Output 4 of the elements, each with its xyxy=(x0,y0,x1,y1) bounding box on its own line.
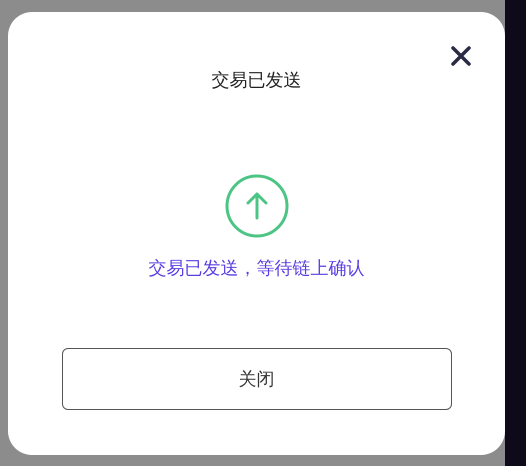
status-message: 交易已发送，等待链上确认 xyxy=(148,257,364,281)
dialog-title: 交易已发送 xyxy=(212,69,302,93)
close-button[interactable]: 关闭 xyxy=(62,348,452,410)
close-icon[interactable] xyxy=(449,44,473,68)
